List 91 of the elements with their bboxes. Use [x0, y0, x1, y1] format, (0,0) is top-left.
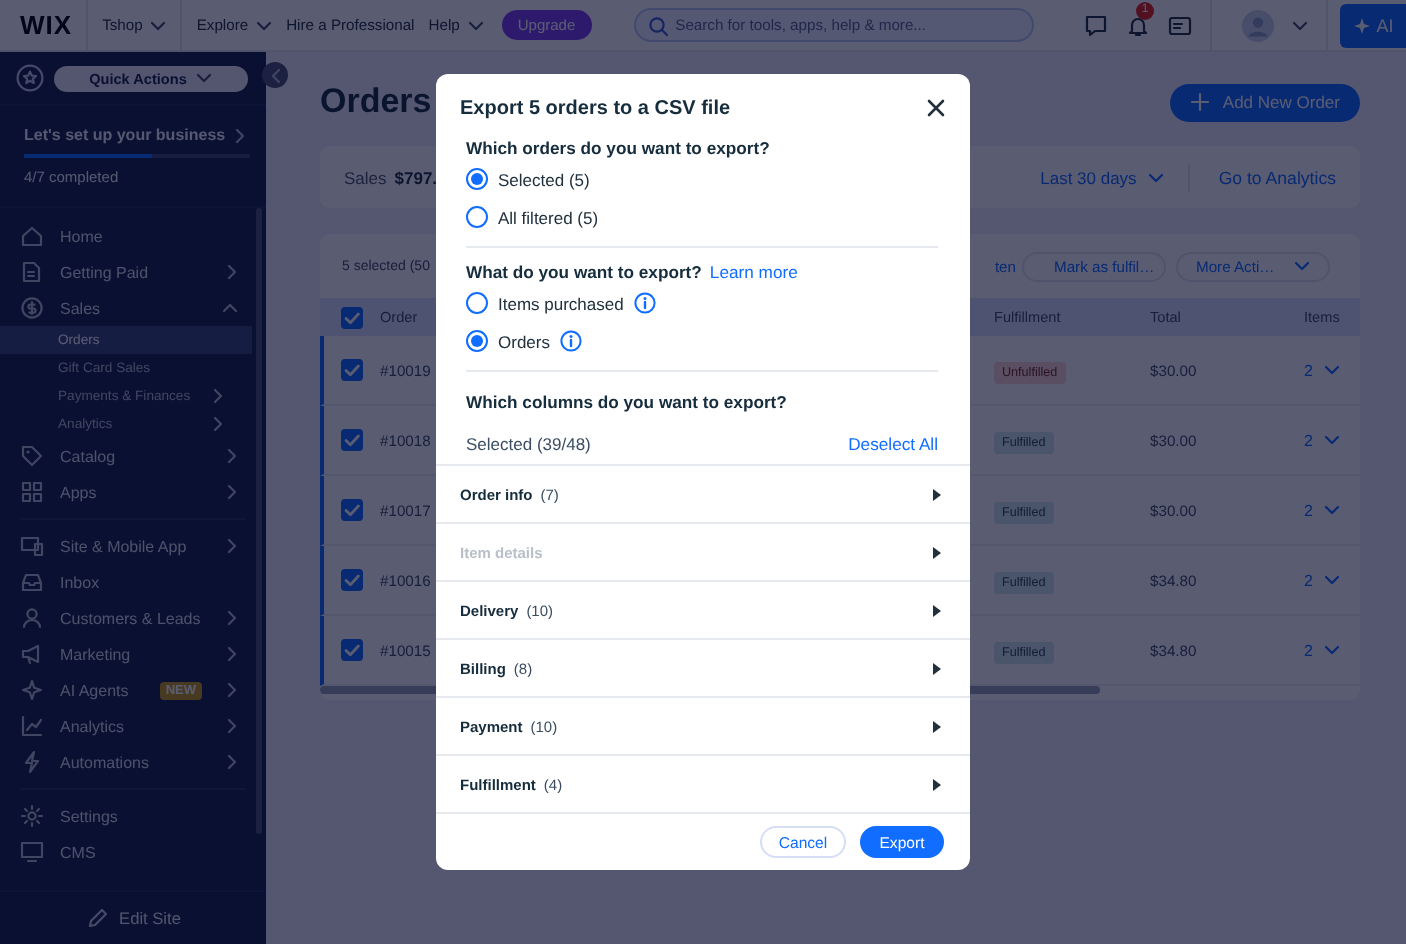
triangle-icon: [932, 545, 942, 559]
items-dropdown[interactable]: 2: [1304, 431, 1360, 449]
nav-item[interactable]: CMS: [0, 834, 266, 870]
inbox-icon: [20, 570, 44, 594]
tag-icon: [20, 444, 44, 468]
document-icon: [20, 260, 44, 284]
option-label[interactable]: All filtered (5): [498, 207, 599, 227]
person-icon: [20, 606, 44, 630]
chevron-icon: [226, 610, 238, 626]
house-icon: [20, 224, 44, 248]
caret-icon: [467, 19, 484, 31]
caret-icon: [1324, 574, 1341, 586]
avatar-icon[interactable]: [1242, 9, 1274, 41]
add-order-button[interactable]: Add New Order: [1170, 83, 1360, 121]
deselect-all-link[interactable]: Deselect All: [848, 433, 938, 453]
chevron-icon: [226, 646, 238, 662]
chevron-icon: [226, 682, 238, 698]
checkbox[interactable]: [340, 358, 364, 382]
items-dropdown[interactable]: 2: [1304, 641, 1360, 659]
page-title: Orders: [320, 82, 432, 122]
items-dropdown[interactable]: 2: [1304, 501, 1360, 519]
caret-icon: [1292, 19, 1308, 31]
sales-value: $797.: [394, 167, 438, 187]
caret-icon: [1324, 364, 1341, 376]
learn-more-link[interactable]: Learn more: [709, 261, 798, 281]
sparkle-icon: [1352, 15, 1373, 35]
caret-icon: [150, 19, 167, 31]
radio-button[interactable]: [466, 330, 488, 352]
caret-icon: [196, 72, 213, 84]
triangle-icon: [932, 777, 942, 791]
question: Which columns do you want to export?: [466, 392, 787, 412]
chevron-icon: [222, 302, 238, 314]
grid-icon: [20, 480, 44, 504]
collapse-button[interactable]: [262, 62, 288, 88]
info-icon[interactable]: [633, 292, 656, 314]
triangle-icon: [932, 603, 942, 617]
chevron-icon: [234, 127, 246, 143]
browser-icon[interactable]: [1168, 13, 1192, 37]
checkbox[interactable]: [340, 305, 364, 329]
period-dropdown[interactable]: Last 30 days: [1040, 167, 1165, 187]
items-dropdown[interactable]: 2: [1304, 361, 1360, 379]
info-icon[interactable]: [559, 330, 582, 352]
sales-label: Sales: [344, 167, 387, 187]
chevron-icon: [226, 484, 238, 500]
pencil-icon: [85, 906, 110, 930]
dollar-icon: [20, 296, 44, 320]
gear-icon: [20, 804, 44, 828]
caret-icon: [1148, 171, 1165, 183]
bell-icon[interactable]: [1126, 13, 1150, 37]
ai-button[interactable]: AI: [1340, 3, 1406, 47]
caret-icon: [1324, 504, 1341, 516]
analytics-link[interactable]: Go to Analytics: [1218, 167, 1336, 187]
checkbox[interactable]: [340, 428, 364, 452]
checkbox[interactable]: [340, 638, 364, 662]
caret-icon: [256, 19, 273, 31]
close-icon[interactable]: [926, 98, 946, 118]
chevron-icon: [226, 264, 238, 280]
radio-button[interactable]: [466, 168, 488, 190]
checkbox[interactable]: [340, 568, 364, 592]
chevron-icon: [226, 754, 238, 770]
caret-icon: [1294, 260, 1310, 272]
triangle-icon: [932, 719, 942, 733]
megaphone-icon: [20, 642, 44, 666]
plus-icon: [1190, 92, 1211, 112]
setup-title: Let's set up your business: [24, 126, 226, 144]
option-label[interactable]: Selected (5): [498, 169, 590, 189]
chevron-icon: [226, 538, 238, 554]
sparkle-icon: [20, 678, 44, 702]
logo[interactable]: WIX: [20, 10, 73, 40]
monitor-icon: [20, 840, 44, 864]
option-label[interactable]: Orders: [498, 330, 582, 352]
bolt-icon: [20, 750, 44, 774]
triangle-icon: [932, 661, 942, 675]
caret-icon: [1324, 434, 1341, 446]
caret-icon: [1324, 644, 1341, 656]
search-icon: [647, 16, 668, 36]
question: Which orders do you want to export?: [466, 137, 770, 157]
radio-button[interactable]: [466, 206, 488, 228]
items-dropdown[interactable]: 2: [1304, 571, 1360, 589]
dialog-title: Export 5 orders to a CSV file: [460, 97, 731, 119]
chat-icon[interactable]: [1084, 13, 1108, 37]
option-label[interactable]: Items purchased: [498, 292, 656, 314]
checkbox[interactable]: [340, 498, 364, 522]
radio-button[interactable]: [466, 292, 488, 314]
chart-icon: [20, 714, 44, 738]
triangle-icon: [932, 487, 942, 501]
chevron-icon: [269, 67, 281, 83]
question: What do you want to export?: [466, 261, 702, 281]
selected-count: Selected (39/48): [466, 433, 591, 453]
chevron-icon: [226, 718, 238, 734]
devices-icon: [20, 534, 44, 558]
